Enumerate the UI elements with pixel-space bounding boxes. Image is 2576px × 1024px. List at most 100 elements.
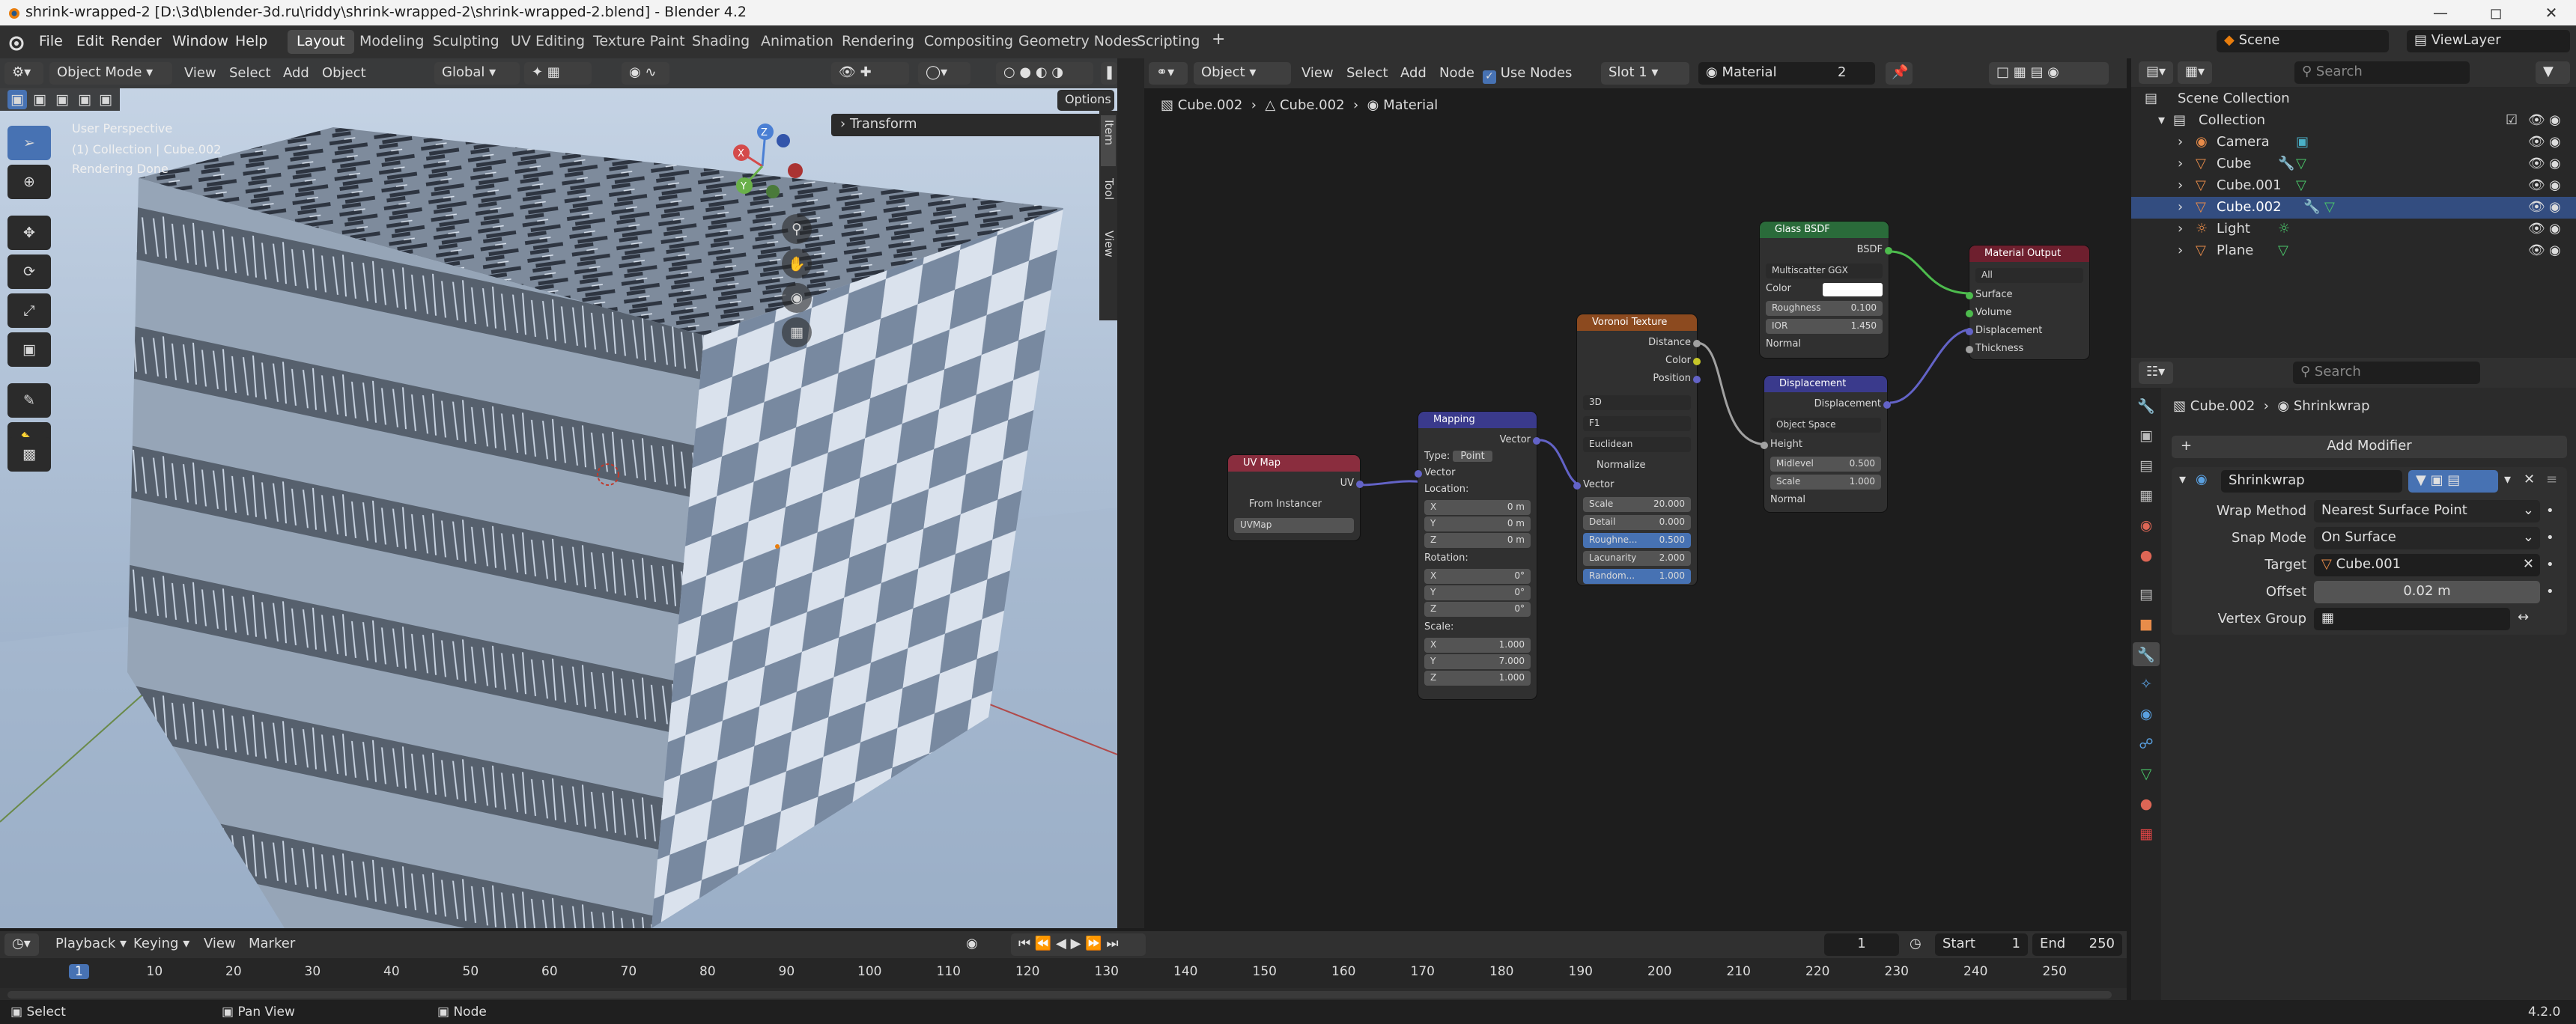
space-selector[interactable]: Object Space <box>1770 418 1881 433</box>
output-tab-icon[interactable]: ▤ <box>2136 455 2157 476</box>
timeline-menu-view[interactable]: View <box>204 936 236 951</box>
modifier-menu-icon[interactable]: ▾ <box>2504 472 2511 487</box>
outliner-row-cube[interactable]: › ▽ Cube 🔧 ▽ 👁 ◉ <box>2131 153 2576 175</box>
pin-icon[interactable]: 📌 <box>1886 62 1913 85</box>
breadcrumb-mesh[interactable]: Cube.002 <box>1280 97 1345 113</box>
properties-search-input[interactable]: ⚲ Search <box>2293 362 2480 384</box>
camera-render-icon[interactable]: ◉ <box>2549 243 2561 258</box>
node-menu-add[interactable]: Add <box>1400 65 1427 81</box>
timeline-scrollbar[interactable] <box>7 991 2112 999</box>
position-socket[interactable] <box>1693 376 1701 383</box>
outliner-row-camera[interactable]: › ◉ Camera ▣ 👁 ◉ <box>2131 132 2576 153</box>
camera-view-icon[interactable]: ◉ <box>782 283 812 313</box>
menu-render[interactable]: Render <box>105 31 168 51</box>
camera-render-icon[interactable]: ◉ <box>2549 112 2561 128</box>
expand-icon[interactable]: › <box>2178 199 2183 215</box>
transform-tool-icon[interactable]: ▣ <box>7 332 51 367</box>
loc-x-field[interactable]: X 0 m <box>1424 500 1531 515</box>
transform-orientation-selector[interactable]: Global ▾ <box>434 62 520 85</box>
eye-icon[interactable]: 👁 <box>2528 177 2545 193</box>
tab-layout[interactable]: Layout <box>288 30 354 54</box>
eye-icon[interactable]: 👁 <box>2528 243 2545 258</box>
select-new-icon[interactable]: ▣ <box>7 90 27 109</box>
world-tab-icon[interactable]: ● <box>2136 545 2157 566</box>
zoom-view-icon[interactable]: ⚲ <box>782 214 812 244</box>
scale-tool-icon[interactable]: ⤢ <box>7 293 51 328</box>
preview-range-icon[interactable]: ◷ <box>1910 936 1922 951</box>
volume-socket[interactable] <box>1966 310 1973 317</box>
node-uv-map[interactable]: UV Map UV From Instancer UVMap <box>1228 455 1364 540</box>
end-frame-field[interactable]: End 250 <box>2032 933 2122 956</box>
render-tab-icon[interactable]: ▣ <box>2136 425 2157 446</box>
timeline-ruler[interactable]: 1 10 20 30 40 50 60 70 80 90 100 110 120 130 140 150 160… <box>0 958 2127 988</box>
voronoi-roughness-field[interactable]: Roughne... 0.500 <box>1583 533 1691 548</box>
menu-edit[interactable]: Edit <box>70 31 110 51</box>
output-target-selector[interactable]: All <box>1975 268 2083 283</box>
mapping-type-value[interactable]: Point <box>1453 451 1492 462</box>
loc-z-field[interactable]: Z 0 m <box>1424 533 1531 548</box>
feature-selector[interactable]: F1 <box>1583 416 1691 431</box>
keyframe-icon[interactable]: • <box>2546 557 2554 573</box>
object-tab-icon[interactable]: ■ <box>2136 614 2157 635</box>
material-users-count[interactable]: 2 <box>1838 64 1846 80</box>
rot-y-field[interactable]: Y 0° <box>1424 585 1531 600</box>
viewport-menu-view[interactable]: View <box>184 65 216 81</box>
eye-icon[interactable]: 👁 <box>2528 221 2545 237</box>
display-mode-icon[interactable]: ▦▾ <box>2178 61 2212 84</box>
vertex-group-field[interactable]: ▦ <box>2314 608 2510 630</box>
menu-window[interactable]: Window <box>166 31 234 51</box>
node-menu-node[interactable]: Node <box>1439 65 1474 81</box>
cursor-tool-icon[interactable]: ⊕ <box>7 165 51 199</box>
viewport-menu-object[interactable]: Object <box>322 65 366 81</box>
exclude-checkbox[interactable]: ☑ <box>2506 112 2518 128</box>
select-invert-icon[interactable]: ▣ <box>75 90 94 109</box>
voronoi-detail-field[interactable]: Detail 0.000 <box>1583 515 1691 530</box>
outliner-row-scene-collection[interactable]: ▤ Scene Collection <box>2131 88 2576 110</box>
filter-icon[interactable]: ▼ <box>2536 61 2570 84</box>
displacement-out-socket[interactable] <box>1883 401 1891 409</box>
displacement-in-socket[interactable] <box>1966 328 1973 335</box>
expand-icon[interactable]: › <box>2178 177 2183 193</box>
editor-type-node-icon[interactable]: ⚭▾ <box>1149 62 1188 85</box>
tab-compositing[interactable]: Compositing <box>915 30 1022 54</box>
clear-icon[interactable]: ✕ <box>2523 556 2534 572</box>
view-layer-selector[interactable]: ▤ ViewLayer <box>2407 30 2570 52</box>
use-nodes-checkbox[interactable]: ✓ Use Nodes <box>1483 65 1572 84</box>
data-tab-icon[interactable]: ▽ <box>2136 764 2157 784</box>
voronoi-randomness-field[interactable]: Random... 1.000 <box>1583 569 1691 584</box>
rotate-tool-icon[interactable]: ⟳ <box>7 255 51 289</box>
visibility-gizmo-icons[interactable]: 👁 ✚ <box>831 62 909 85</box>
properties-editor-icon[interactable]: ☷▾ <box>2139 362 2173 384</box>
midlevel-field[interactable]: Midlevel 0.500 <box>1770 457 1881 472</box>
wrap-method-dropdown[interactable]: Nearest Surface Point ⌄ <box>2314 500 2540 522</box>
uvmap-field[interactable]: UVMap <box>1234 518 1354 533</box>
rot-x-field[interactable]: X 0° <box>1424 569 1531 584</box>
view-layer-tab-icon[interactable]: ▦ <box>2136 485 2157 506</box>
options-button[interactable]: Options <box>1057 90 1114 111</box>
record-icon[interactable]: ◉ <box>966 936 978 951</box>
eye-icon[interactable]: 👁 <box>2528 112 2545 128</box>
add-cube-tool-icon[interactable]: ▩ <box>7 437 51 472</box>
pause-icon[interactable]: ❚❚ <box>1101 62 1126 85</box>
proportional-edit-icon[interactable]: ◉ ∿ <box>622 62 669 85</box>
node-displacement[interactable]: Displacement Displacement Object Space H… <box>1761 376 1891 512</box>
surface-socket[interactable] <box>1966 292 1973 299</box>
outliner-row-plane[interactable]: › ▽ Plane ▽ 👁 ◉ <box>2131 240 2576 262</box>
select-subtract-icon[interactable]: ▣ <box>52 90 72 109</box>
blender-menu-icon[interactable] <box>7 34 24 51</box>
keyframe-icon[interactable]: • <box>2546 584 2554 600</box>
voronoi-lacunarity-field[interactable]: Lacunarity 2.000 <box>1583 551 1691 566</box>
camera-render-icon[interactable]: ◉ <box>2549 156 2561 171</box>
expand-icon[interactable]: › <box>2178 134 2183 150</box>
tab-sculpting[interactable]: Sculpting <box>424 30 508 54</box>
node-mapping[interactable]: Mapping Vector Type: Point Vector Locati… <box>1415 412 1540 699</box>
particles-tab-icon[interactable]: ✧ <box>2136 674 2157 695</box>
uv-socket[interactable] <box>1356 481 1364 488</box>
scale-y-field[interactable]: Y 7.000 <box>1424 654 1531 669</box>
tab-texture-paint[interactable]: Texture Paint <box>584 30 694 54</box>
annotate-tool-icon[interactable]: ✎ <box>7 383 51 418</box>
glass-color-row[interactable]: Color <box>1766 283 1883 296</box>
rot-z-field[interactable]: Z 0° <box>1424 602 1531 617</box>
node-view-icons[interactable]: □ ▦ ▤ ◉ <box>1989 62 2109 85</box>
menu-file[interactable]: File <box>33 31 69 51</box>
